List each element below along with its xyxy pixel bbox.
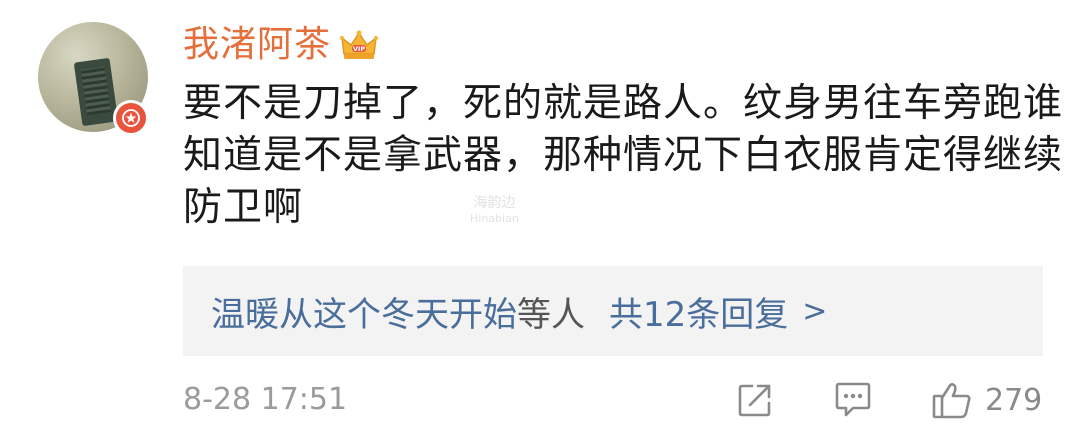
svg-text:VIP: VIP [353,45,365,53]
star-badge-icon [113,100,149,136]
crown-icon[interactable]: VIP [339,28,379,62]
chevron-right-icon: > [802,293,828,329]
watermark-en: Hinabian [470,212,519,225]
share-button[interactable] [736,378,774,422]
comment-text: 要不是刀掉了，死的就是路人。纹身男往车旁跑谁知道是不是拿武器，那种情况下白衣服肯… [183,81,1064,230]
share-icon [738,384,771,417]
reply-count-link[interactable]: 共12条回复 [609,287,788,336]
like-button[interactable]: 279 [931,378,1042,422]
username-row: 我渚阿茶 VIP [183,20,379,70]
watermark-cn: 海韵边 [473,195,516,211]
username[interactable]: 我渚阿茶 [183,20,331,70]
reply-and-text: 等人 [517,294,585,335]
like-count: 279 [985,382,1043,418]
watermark: 海韵边 Hinabian [470,195,519,227]
thumbs-up-icon [932,383,971,419]
comment-icon [835,382,871,417]
reply-summary[interactable]: 温暖从这个冬天开始 等人 共12条回复 > [183,266,1043,356]
reply-participants-link[interactable]: 温暖从这个冬天开始 [211,287,517,336]
comment-footer: 8-28 17:51 279 [183,372,1043,428]
timestamp: 8-28 17:51 [183,382,348,417]
comment-button[interactable] [833,378,873,422]
